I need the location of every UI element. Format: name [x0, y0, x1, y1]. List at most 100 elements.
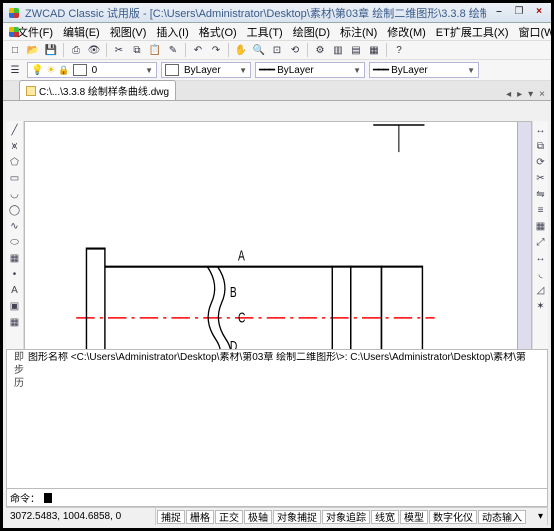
app-logo-icon [7, 6, 21, 20]
move-tool[interactable]: ↔ [534, 123, 548, 137]
design-center-button[interactable]: ▥ [330, 42, 346, 58]
label-c: C [238, 308, 245, 326]
table-tool[interactable]: ▦ [8, 315, 22, 329]
color-label: ByLayer [184, 65, 221, 76]
doc-close-button[interactable]: × [531, 6, 547, 20]
layer-combo[interactable]: 💡 ☀ 🔒 0 ▼ [27, 62, 157, 78]
undo-button[interactable]: ↶ [190, 42, 206, 58]
line-tool[interactable]: ╱ [8, 123, 22, 137]
pline-tool[interactable]: ⩙ [8, 139, 22, 153]
command-history[interactable]: 即 步 历 图形名称 <C:\Users\Administrator\Deskt… [6, 349, 548, 489]
new-button[interactable]: □ [7, 42, 23, 58]
arc-tool[interactable]: ◡ [8, 187, 22, 201]
point-tool[interactable]: • [8, 267, 22, 281]
menu-dimension[interactable]: 标注(N) [340, 24, 377, 40]
color-combo[interactable]: ByLayer ▼ [161, 62, 251, 78]
toggle-lwt[interactable]: 线宽 [371, 510, 399, 524]
menu-edit[interactable]: 编辑(E) [63, 24, 100, 40]
doc-minimize-button[interactable]: – [491, 6, 507, 20]
menu-tools[interactable]: 工具(T) [247, 24, 283, 40]
text-tool[interactable]: A [8, 283, 22, 297]
color-swatch-icon [165, 64, 179, 76]
hatch-tool[interactable]: ▦ [8, 251, 22, 265]
tabbar-list-button[interactable]: ▾ [526, 89, 535, 100]
polygon-tool[interactable]: ⬠ [8, 155, 22, 169]
plot-preview-button[interactable]: 👁 [86, 42, 102, 58]
rotate-tool[interactable]: ⟳ [534, 155, 548, 169]
matchprop-button[interactable]: ✎ [165, 42, 181, 58]
document-tab-bar: C:\...\3.3.8 绘制样条曲线.dwg ◂ ▸ ▾ × [3, 81, 551, 101]
command-history-line: 图形名称 <C:\Users\Administrator\Desktop\素材\… [28, 352, 526, 363]
fillet-tool[interactable]: ◟ [534, 267, 548, 281]
explode-tool[interactable]: ✶ [534, 299, 548, 313]
ellipse-tool[interactable]: ⬭ [8, 235, 22, 249]
color-swatch-icon [73, 64, 87, 76]
doc-maximize-button[interactable]: ❐ [511, 6, 527, 20]
menu-ettools[interactable]: ET扩展工具(X) [436, 24, 509, 40]
menu-modify[interactable]: 修改(M) [387, 24, 426, 40]
offset-tool[interactable]: ≡ [534, 203, 548, 217]
zoom-prev-button[interactable]: ⟲ [287, 42, 303, 58]
lineweight-combo[interactable]: ━━━ ByLayer ▼ [369, 62, 479, 78]
lineweight-label: ByLayer [391, 65, 428, 76]
linetype-sample-icon: ━━━ [259, 65, 274, 76]
command-line[interactable]: 命令： [6, 489, 548, 507]
paste-button[interactable]: 📋 [147, 42, 163, 58]
tabbar-prev-button[interactable]: ◂ [504, 89, 513, 100]
mirror-tool[interactable]: ⇋ [534, 187, 548, 201]
region-tool[interactable]: ▣ [8, 299, 22, 313]
stretch-tool[interactable]: ↔ [534, 251, 548, 265]
scale-tool[interactable]: ⤢ [534, 235, 548, 249]
toggle-polar[interactable]: 极轴 [244, 510, 272, 524]
document-tab[interactable]: C:\...\3.3.8 绘制样条曲线.dwg [19, 80, 176, 100]
toggle-osnap[interactable]: 对象捕捉 [273, 510, 321, 524]
toggle-dyn[interactable]: 动态输入 [478, 510, 526, 524]
zoom-window-button[interactable]: ⊡ [269, 42, 285, 58]
array-tool[interactable]: ▦ [534, 219, 548, 233]
label-a: A [238, 247, 245, 265]
menu-file[interactable]: 文件(F) [17, 24, 53, 40]
toggle-ortho[interactable]: 正交 [215, 510, 243, 524]
print-button[interactable]: ⎙ [68, 42, 84, 58]
circle-tool[interactable]: ◯ [8, 203, 22, 217]
zoom-rt-button[interactable]: 🔍 [251, 42, 267, 58]
lock-icon: 🔒 [58, 65, 69, 76]
toggle-digitizer[interactable]: 数字化仪 [429, 510, 477, 524]
linetype-combo[interactable]: ━━━ ByLayer ▼ [255, 62, 365, 78]
spline-tool[interactable]: ∿ [8, 219, 22, 233]
cmd-history-next-button[interactable]: 历 [14, 378, 24, 390]
status-bar: 3072.5483, 1004.6858, 0 捕捉 栅格 正交 极轴 对象捕捉… [6, 507, 548, 525]
chamfer-tool[interactable]: ◿ [534, 283, 548, 297]
chevron-down-icon: ▼ [145, 66, 153, 75]
toggle-otrack[interactable]: 对象追踪 [322, 510, 370, 524]
cut-button[interactable]: ✂ [111, 42, 127, 58]
properties-button[interactable]: ⚙ [312, 42, 328, 58]
pan-button[interactable]: ✋ [233, 42, 249, 58]
calc-button[interactable]: ▦ [366, 42, 382, 58]
toggle-snap[interactable]: 捕捉 [157, 510, 185, 524]
menu-window[interactable]: 窗口(W) [519, 24, 554, 40]
trim-tool[interactable]: ✂ [534, 171, 548, 185]
tabbar-next-button[interactable]: ▸ [515, 89, 524, 100]
rectangle-tool[interactable]: ▭ [8, 171, 22, 185]
menu-format[interactable]: 格式(O) [199, 24, 237, 40]
toggle-grid[interactable]: 栅格 [186, 510, 214, 524]
cmd-history-prev-button[interactable]: 步 [14, 365, 24, 377]
tabbar-close-button[interactable]: × [537, 89, 547, 100]
cmd-toggle-button[interactable]: 即 [14, 352, 24, 364]
open-button[interactable]: 📂 [25, 42, 41, 58]
save-button[interactable]: 💾 [43, 42, 59, 58]
menu-view[interactable]: 视图(V) [110, 24, 147, 40]
tool-palettes-button[interactable]: ▤ [348, 42, 364, 58]
properties-toolbar: ☰ 💡 ☀ 🔒 0 ▼ ByLayer ▼ ━━━ ByLayer ▼ ━━━ … [3, 60, 551, 81]
menu-draw[interactable]: 绘图(D) [293, 24, 330, 40]
redo-button[interactable]: ↷ [208, 42, 224, 58]
copy-button[interactable]: ⧉ [129, 42, 145, 58]
status-tray-icon[interactable]: ▾ [534, 508, 548, 525]
menu-insert[interactable]: 插入(I) [156, 24, 188, 40]
layerprops-button[interactable]: ☰ [7, 62, 23, 78]
help-button[interactable]: ? [391, 42, 407, 58]
copy-tool[interactable]: ⧉ [534, 139, 548, 153]
toggle-model[interactable]: 模型 [400, 510, 428, 524]
sun-icon: ☀ [46, 65, 55, 76]
